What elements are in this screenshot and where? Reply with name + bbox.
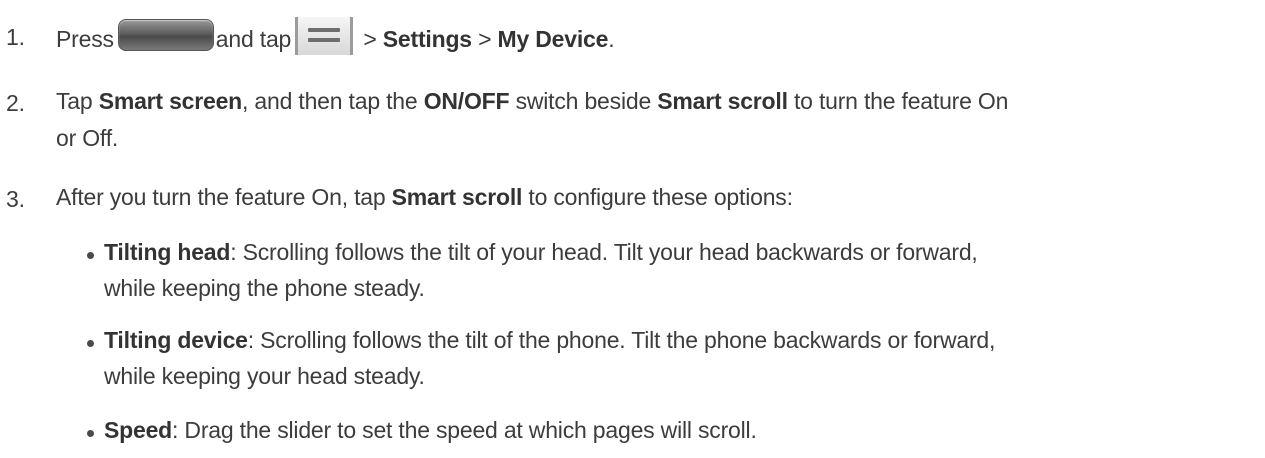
smart-screen-label: Smart screen xyxy=(98,88,243,114)
step-text-segment: switch beside xyxy=(509,88,658,114)
option-term: Tilting device xyxy=(104,327,248,353)
step-text-segment: to turn the feature On xyxy=(787,88,1009,114)
option-description: while keeping the phone steady. xyxy=(104,275,425,301)
step-text-segment: and tap xyxy=(215,26,292,52)
step-text: Press and tap > Settings > My Device. xyxy=(56,17,1256,58)
step-number: 1. xyxy=(6,24,25,50)
option-term: Speed xyxy=(104,417,173,443)
bullet-icon xyxy=(87,430,94,437)
step-text-segment: After you turn the feature On, tap xyxy=(56,184,392,210)
option-text: Speed: Drag the slider to set the speed … xyxy=(104,412,1254,448)
step-number: 2. xyxy=(6,90,25,116)
option-text: Tilting head: Scrolling follows the tilt… xyxy=(104,234,1254,306)
step-text-segment: to configure these options: xyxy=(522,184,793,210)
step-text-segment: > xyxy=(357,26,383,52)
step-text-segment: . xyxy=(608,26,615,52)
step-number: 3. xyxy=(6,186,25,212)
menu-key-icon xyxy=(295,17,354,55)
option-term: Tilting head xyxy=(104,239,231,265)
step-text-segment: Press xyxy=(56,26,114,52)
step-text: After you turn the feature On, tap Smart… xyxy=(56,179,1256,216)
option-text: Tilting device: Scrolling follows the ti… xyxy=(104,322,1254,394)
settings-label: Settings xyxy=(382,26,472,52)
bullet-icon xyxy=(87,252,94,259)
smart-scroll-label: Smart scroll xyxy=(657,88,788,114)
option-description: while keeping your head steady. xyxy=(104,363,425,389)
my-device-label: My Device xyxy=(497,26,609,52)
home-key-icon xyxy=(117,19,214,51)
bullet-icon xyxy=(87,340,94,347)
option-description: : Drag the slider to set the speed at wh… xyxy=(172,417,757,443)
step-text-segment: > xyxy=(471,26,498,52)
option-description: : Scrolling follows the tilt of your hea… xyxy=(230,239,978,265)
step-text-segment: , and then tap the xyxy=(242,88,424,114)
on-off-label: ON/OFF xyxy=(423,88,510,114)
step-text-segment: Tap xyxy=(56,88,99,114)
option-description: : Scrolling follows the tilt of the phon… xyxy=(247,327,996,353)
smart-scroll-label: Smart scroll xyxy=(391,184,523,210)
step-text: Tap Smart screen, and then tap the ON/OF… xyxy=(56,83,1256,157)
step-text-segment: or Off. xyxy=(56,125,119,151)
